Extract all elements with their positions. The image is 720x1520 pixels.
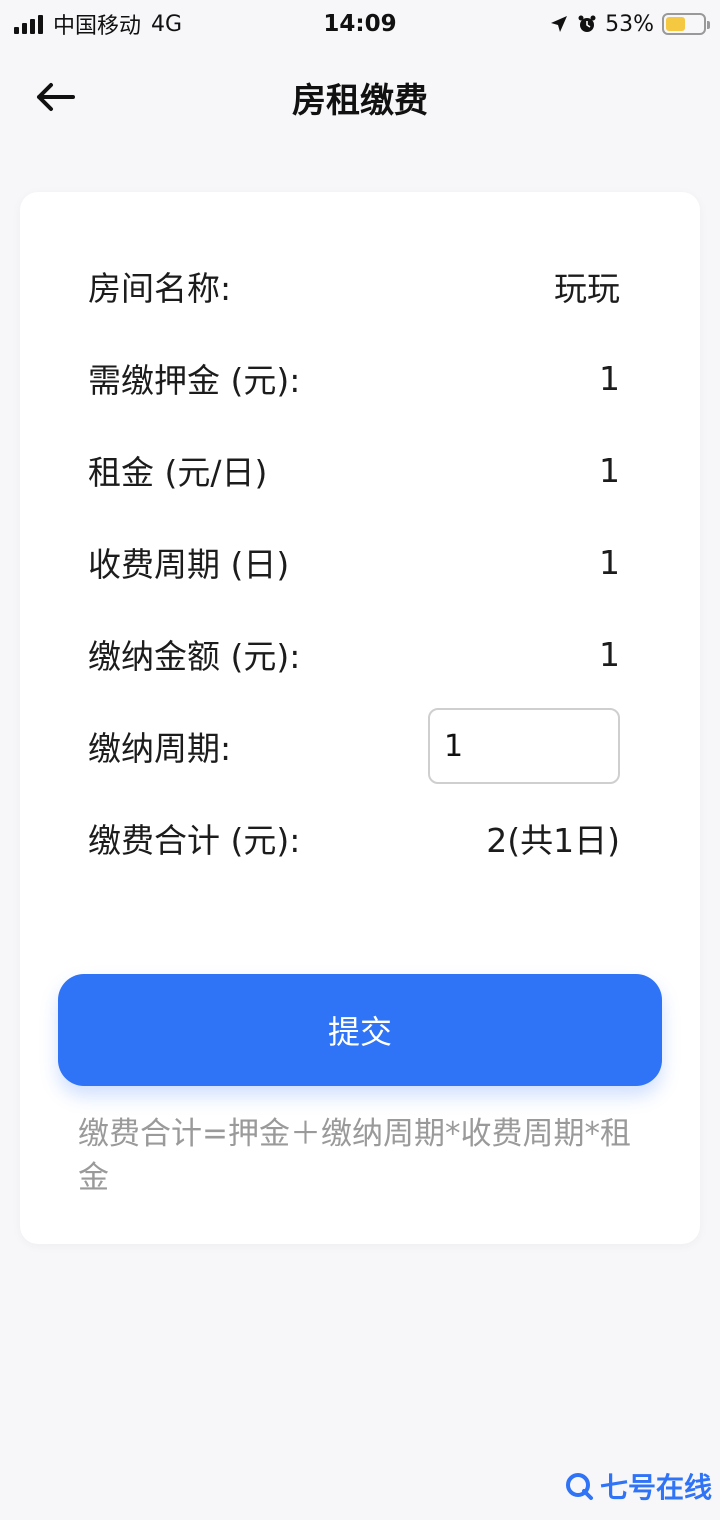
alarm-clock-icon (578, 15, 596, 32)
total-label: 缴费合计 (元): (88, 821, 301, 860)
total-value: 2(共1日) (486, 821, 620, 860)
room-name-value: 玩玩 (554, 269, 620, 308)
payment-amount-row: 缴纳金额 (元): 1 (88, 608, 620, 700)
payment-period-label: 缴纳周期: (88, 729, 232, 768)
rent-row: 租金 (元/日) 1 (88, 424, 620, 516)
carrier-label: 中国移动 (53, 14, 142, 39)
battery-icon (662, 13, 710, 35)
back-arrow-icon (37, 83, 75, 111)
deposit-row: 需缴押金 (元): 1 (88, 332, 620, 424)
payment-card: 房间名称: 玩玩 需缴押金 (元): 1 租金 (元/日) 1 收费周期 (日)… (20, 192, 700, 1244)
total-row: 缴费合计 (元): 2(共1日) (88, 792, 620, 884)
watermark-logo-icon (565, 1473, 593, 1500)
payment-period-row: 缴纳周期: (88, 700, 620, 792)
back-button[interactable] (28, 70, 82, 124)
billing-cycle-label: 收费周期 (日) (88, 545, 290, 584)
payment-period-input[interactable] (428, 708, 620, 784)
formula-note: 缴费合计=押金＋缴纳周期*收费周期*租金 (78, 1116, 631, 1196)
payment-amount-value: 1 (599, 634, 620, 674)
watermark-text: 七号在线 (599, 1471, 712, 1504)
nav-bar: 房租缴费 (0, 52, 720, 142)
rent-value: 1 (599, 450, 620, 490)
billing-cycle-row: 收费周期 (日) 1 (88, 516, 620, 608)
deposit-label: 需缴押金 (元): (88, 361, 301, 400)
payment-amount-label: 缴纳金额 (元): (88, 637, 301, 676)
status-left: 中国移动 4G (14, 8, 182, 40)
deposit-value: 1 (599, 358, 620, 398)
detail-rows: 房间名称: 玩玩 需缴押金 (元): 1 租金 (元/日) 1 收费周期 (日)… (88, 240, 620, 884)
page-title: 房租缴费 (292, 80, 428, 121)
room-name-label: 房间名称: (88, 269, 232, 308)
rent-label: 租金 (元/日) (88, 453, 268, 492)
location-arrow-icon (551, 16, 568, 32)
billing-cycle-value: 1 (599, 542, 620, 582)
status-bar: 中国移动 4G 14:09 53% (0, 0, 720, 48)
battery-percent: 53% (605, 11, 654, 37)
signal-icon (14, 14, 43, 34)
battery-fill (666, 17, 686, 31)
watermark: 七号在线 (564, 1466, 712, 1506)
status-right: 53% (549, 11, 710, 37)
network-label: 4G (151, 11, 183, 37)
page: 中国移动 4G 14:09 53% 房租缴费 房间名称: 玩玩 需缴押金 (元)… (0, 0, 720, 1520)
room-name-row: 房间名称: 玩玩 (88, 240, 620, 332)
submit-button[interactable]: 提交 (58, 974, 662, 1086)
